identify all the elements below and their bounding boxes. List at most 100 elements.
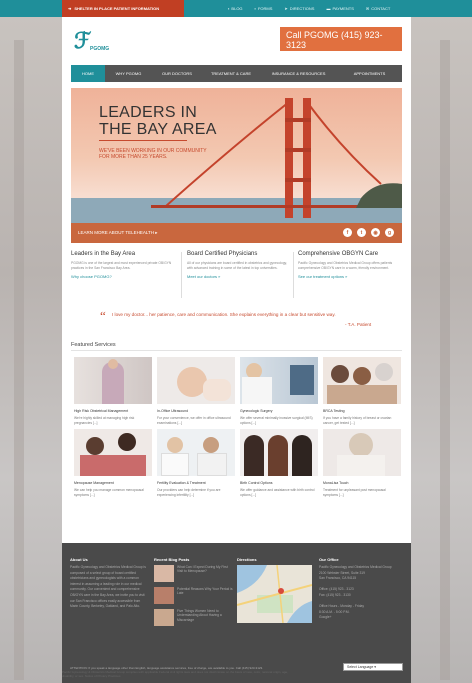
arrow-icon: ➜ — [68, 6, 72, 11]
column-body: Pacific Gynecology and Obstetrics Medica… — [298, 261, 393, 270]
testimonial-author: - T.A. Patient — [345, 322, 372, 327]
menopause-image — [74, 429, 152, 476]
twitter-icon[interactable]: t — [357, 228, 366, 237]
service-card[interactable]: MonaLisa Touch Treatment for unpleasant … — [323, 429, 401, 497]
top-link-blog[interactable]: ▪ BLOG — [228, 6, 243, 11]
site-logo[interactable]: ℱ PGOMG — [74, 30, 109, 54]
footer-blog: Recent Blog Posts What Can I Expect Duri… — [154, 557, 234, 631]
baby-image — [157, 357, 235, 404]
nav-treatment-care[interactable]: TREATMENT & CARE — [202, 65, 260, 82]
nav-insurance-resources[interactable]: INSURANCE & RESOURCES — [260, 65, 337, 82]
column-title: Comprehensive OBGYN Care — [298, 251, 379, 257]
hero-title: LEADERS IN THE BAY AREA — [99, 104, 217, 138]
service-card[interactable]: In-Office Ultrasound For your convenienc… — [157, 357, 235, 425]
blog-thumbnail — [154, 587, 174, 604]
service-description: We can help you manage common menopausal… — [74, 488, 144, 497]
service-card[interactable]: Menopause Management We can help you man… — [74, 429, 152, 497]
nav-why-pgomg[interactable]: WHY PGOMG — [105, 65, 152, 82]
meet-doctors-link[interactable]: Meet our doctors » — [187, 274, 291, 279]
hero-banner: LEADERS IN THE BAY AREA WE'VE BEEN WORKIN… — [71, 88, 402, 243]
service-description: If you have a family history of breast o… — [323, 416, 392, 425]
treatment-options-link[interactable]: See our treatment options » — [298, 274, 402, 279]
footer-heading: Our Office — [319, 557, 339, 562]
blog-post-title: What Can I Expect During My First Visit … — [177, 565, 228, 574]
section-divider — [71, 350, 402, 351]
service-description: Treatment for unpleasant post menopausal… — [323, 488, 386, 497]
service-card[interactable]: Fertility Evaluation & Treatment Our pro… — [157, 429, 235, 497]
shelter-in-place-label: SHELTER IN PLACE PATIENT INFORMATION — [74, 6, 160, 11]
column-title: Leaders in the Bay Area — [71, 251, 136, 257]
telehealth-link[interactable]: LEARN MORE ABOUT TELEHEALTH ▸ — [78, 230, 158, 236]
footer-directions: Directions — [237, 557, 315, 623]
column-body: All of our physicians are board certifie… — [187, 261, 287, 270]
footer-heading: About Us — [70, 557, 88, 562]
service-description: For your convenience, we offer in office… — [157, 416, 231, 425]
facebook-icon[interactable]: f — [343, 228, 352, 237]
service-title: BRCA Testing — [323, 409, 345, 413]
top-link-directions[interactable]: ➤ DIRECTIONS — [284, 6, 314, 11]
intro-column-leaders: Leaders in the Bay Area PGOMG is one of … — [71, 251, 175, 279]
blog-post[interactable]: What Can I Expect During My First Visit … — [154, 565, 234, 582]
footer: About Us Pacific Gynecology and Obstetri… — [62, 543, 411, 683]
service-card[interactable]: Birth Control Options We offer guidance … — [240, 429, 318, 497]
hero-divider — [99, 140, 187, 141]
about-text: Pacific Gynecology and Obstetrics Medica… — [70, 565, 146, 609]
service-description: We offer several minimally invasive surg… — [240, 416, 313, 425]
nav-home[interactable]: HOME — [71, 65, 105, 82]
service-card[interactable]: BRCA Testing If you have a family histor… — [323, 357, 401, 425]
footer-heading: Recent Blog Posts — [154, 557, 190, 562]
intro-column-care: Comprehensive OBGYN Care Pacific Gynecol… — [298, 251, 402, 279]
page-content: ℱ PGOMG Call PGOMG (415) 923-3123 PACIFI… — [62, 17, 411, 683]
nav-appointments[interactable]: APPOINTMENTS — [337, 65, 402, 82]
logo-text: PGOMG — [90, 46, 110, 52]
google-plus-link[interactable]: Google+ — [319, 615, 403, 621]
featured-services-title: Featured Services — [71, 342, 116, 348]
monalisa-touch-image — [323, 429, 401, 476]
service-description: We offer guidance and assistance with bi… — [240, 488, 315, 497]
footer-heading: Directions — [237, 557, 257, 562]
call-box[interactable]: Call PGOMG (415) 923-3123 PACIFIC GYNECO… — [280, 27, 402, 55]
envelope-icon: ✉ — [365, 6, 370, 11]
service-card[interactable]: High Risk Obstetrical Management We're h… — [74, 357, 152, 425]
top-link-payments[interactable]: ▬ PAYMENTS — [326, 6, 353, 11]
birth-control-image — [240, 429, 318, 476]
notice-line-2[interactable]: disability, or sex. Notice of Privacy Pr… — [62, 674, 411, 678]
footer-about: About Us Pacific Gynecology and Obstetri… — [70, 557, 148, 610]
rss-icon[interactable]: ◉ — [371, 228, 380, 237]
top-link-contact[interactable]: ✉ CONTACT — [366, 6, 390, 11]
map-graphic — [237, 565, 312, 623]
service-card[interactable]: Gynecologic Surgery We offer several min… — [240, 357, 318, 425]
directions-map[interactable] — [237, 565, 312, 623]
why-choose-link[interactable]: Why choose PGOMG? — [71, 274, 175, 279]
service-title: In-Office Ultrasound — [157, 409, 189, 413]
chat-icon: ▪ — [228, 6, 230, 11]
column-title: Board Certified Physicians — [187, 251, 258, 257]
phone-number: Call PGOMG (415) 923-3123 — [286, 30, 383, 50]
blog-post[interactable]: Five Things Women Need to Understanding … — [154, 609, 234, 626]
shelter-in-place-link[interactable]: ➜ SHELTER IN PLACE PATIENT INFORMATION — [62, 0, 184, 17]
plane-icon: ➤ — [284, 6, 288, 11]
service-title: MonaLisa Touch — [323, 481, 349, 485]
nav-our-doctors[interactable]: OUR DOCTORS — [152, 65, 202, 82]
top-link-forms[interactable]: ▪ FORMS — [255, 6, 273, 11]
column-body: PGOMG is one of the largest and most exp… — [71, 261, 172, 270]
practice-name: PACIFIC GYNECOLOGY & OBSTETRICS MEDICAL … — [286, 51, 383, 55]
intro-column-physicians: Board Certified Physicians All of our ph… — [187, 251, 291, 279]
card-icon: ▬ — [326, 6, 331, 11]
column-divider — [181, 252, 182, 298]
fertility-image — [157, 429, 235, 476]
blog-thumbnail — [154, 609, 174, 626]
quote-icon: “ — [100, 308, 106, 323]
blog-post-title: Potential Reasons Why Your Period is Lat… — [177, 587, 233, 596]
blog-post-title: Five Things Women Need to Understanding … — [177, 609, 222, 622]
service-title: Birth Control Options — [240, 481, 273, 485]
pregnancy-image — [74, 357, 152, 404]
background-bridge-tower-left — [14, 40, 24, 680]
blog-post[interactable]: Potential Reasons Why Your Period is Lat… — [154, 587, 234, 604]
office-line: Pacific Gynecology and Obstetrics Medica… — [319, 565, 392, 569]
service-title: Gynecologic Surgery — [240, 409, 273, 413]
service-title: Fertility Evaluation & Treatment — [157, 481, 206, 485]
blog-thumbnail — [154, 565, 174, 582]
document-icon: ▪ — [254, 6, 256, 11]
google-plus-icon[interactable]: g — [385, 228, 394, 237]
